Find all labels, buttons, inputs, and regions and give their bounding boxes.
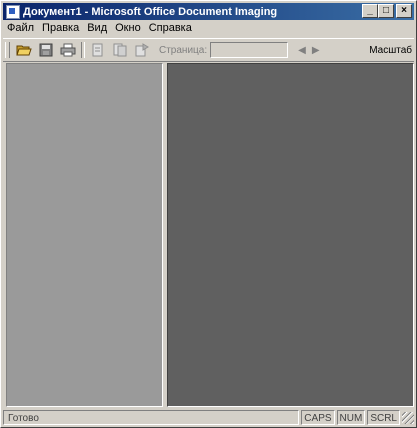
save-icon <box>39 43 53 57</box>
close-button[interactable]: × <box>396 4 412 18</box>
caps-indicator: CAPS <box>301 410 335 425</box>
thumbnail-pane[interactable] <box>6 63 163 407</box>
save-button[interactable] <box>35 40 57 60</box>
rotate-page-button[interactable] <box>109 40 131 60</box>
status-text: Готово <box>3 410 300 425</box>
caption-buttons: _ □ × <box>362 4 412 18</box>
page-view-pane[interactable] <box>167 63 414 407</box>
page-label: Страница: <box>159 44 208 56</box>
resize-grip-icon[interactable] <box>402 411 414 424</box>
page-number-input[interactable] <box>210 42 289 58</box>
next-page-button[interactable]: ▶ <box>312 45 320 56</box>
insert-page-icon <box>135 43 149 57</box>
scrl-indicator: SCRL <box>367 410 400 425</box>
maximize-button[interactable]: □ <box>378 4 394 18</box>
select-page-icon <box>92 43 103 57</box>
select-page-button[interactable] <box>87 40 109 60</box>
toolbar: Страница: ◀ ▶ Масштаб <box>3 38 414 62</box>
rotate-page-icon <box>113 43 127 57</box>
num-indicator: NUM <box>336 410 366 425</box>
toolbar-separator <box>81 42 85 58</box>
menu-bar: Файл Правка Вид Окно Справка <box>3 20 414 36</box>
window-title: Документ1 - Microsoft Office Document Im… <box>23 5 278 18</box>
minimize-button[interactable]: _ <box>362 4 378 18</box>
menu-file[interactable]: Файл <box>3 22 38 34</box>
menu-view[interactable]: Вид <box>83 22 111 34</box>
open-button[interactable] <box>13 40 35 60</box>
toolbar-grip[interactable] <box>5 42 10 58</box>
open-folder-icon <box>16 45 32 56</box>
title-bar[interactable]: Документ1 - Microsoft Office Document Im… <box>3 3 414 20</box>
status-bar: Готово CAPS NUM SCRL <box>3 409 414 426</box>
print-button[interactable] <box>57 40 79 60</box>
menu-edit[interactable]: Правка <box>38 22 83 34</box>
menu-window[interactable]: Окно <box>111 22 145 34</box>
app-icon[interactable] <box>6 4 20 19</box>
insert-page-button[interactable] <box>131 40 153 60</box>
zoom-label[interactable]: Масштаб <box>369 45 412 56</box>
app-window: Документ1 - Microsoft Office Document Im… <box>0 0 417 428</box>
menu-help[interactable]: Справка <box>145 22 196 34</box>
print-icon <box>60 43 76 57</box>
previous-page-button[interactable]: ◀ <box>298 45 306 56</box>
